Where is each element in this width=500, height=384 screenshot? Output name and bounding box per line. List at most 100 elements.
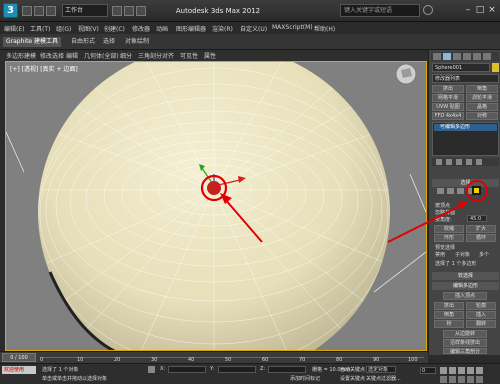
remove-modifier-icon[interactable] [466, 159, 472, 165]
stack-item-editable-poly[interactable]: 可编辑多边形 [434, 124, 497, 131]
ignore-backfacing-checkbox[interactable]: 忽略背面 [435, 209, 455, 216]
modify-selection-button[interactable]: 修改选择 [40, 51, 64, 60]
bevel-modifier-button[interactable]: 倒角 [466, 85, 498, 93]
menu-tools[interactable]: 工具(T) [30, 24, 50, 33]
edit-polygons-rollout[interactable]: 编辑多边形 [432, 282, 499, 290]
tab-graphite[interactable]: Graphite 建模工具 [3, 37, 62, 47]
menu-customize[interactable]: 自定义(U) [240, 24, 267, 33]
turbosmooth-button[interactable]: 涡轮平滑 [466, 94, 498, 102]
auto-key-label[interactable]: 自动关键点 [340, 366, 365, 373]
loop-button[interactable]: 循环 [466, 234, 496, 242]
visibility-button[interactable]: 可见性 [180, 51, 198, 60]
lock-selection-icon[interactable] [148, 366, 155, 373]
search-icon[interactable] [423, 5, 433, 15]
pin-stack-icon[interactable] [436, 159, 442, 165]
menu-graph-editors[interactable]: 图形编辑器 [176, 24, 206, 33]
geometry-all-button[interactable]: 几何体(全部) [84, 51, 119, 60]
perspective-viewport[interactable]: [+] [透视] [真实 + 边面] [5, 61, 427, 351]
close-icon[interactable]: × [486, 4, 498, 16]
insert-vertex-button[interactable]: 插入顶点 [443, 292, 487, 300]
timeline[interactable]: 0 / 100 0 10 20 30 40 50 60 70 80 90 100 [0, 351, 428, 363]
ffd-button[interactable]: FFD 4x4x4 [432, 112, 464, 120]
polygon-modeling-button[interactable]: 多边形建模 [6, 51, 36, 60]
z-coord-field[interactable] [268, 366, 306, 373]
menu-help[interactable]: 帮助(H) [314, 24, 335, 33]
viewport-label[interactable]: [+] [透视] [真实 + 边面] [10, 64, 78, 73]
menu-modifiers[interactable]: 修改器 [132, 24, 150, 33]
by-vertex-checkbox[interactable]: 按顶点 [435, 202, 450, 209]
workspace-dropdown[interactable]: 工作台 [62, 4, 108, 17]
zoom-icon[interactable] [440, 376, 447, 383]
lattice-button[interactable]: 晶格 [466, 103, 498, 111]
maximize-icon[interactable]: □ [474, 4, 486, 16]
bevel-button[interactable]: 倒角 [434, 311, 464, 319]
project-folder-icon[interactable] [136, 6, 146, 16]
configure-sets-icon[interactable] [476, 159, 482, 165]
viewport-canvas[interactable] [6, 62, 427, 351]
tab-object-paint[interactable]: 对象绘制 [122, 37, 152, 47]
properties-button[interactable]: 属性 [204, 51, 216, 60]
extrude-modifier-button[interactable]: 挤出 [432, 85, 464, 93]
object-name-field[interactable]: Sphere001 [432, 63, 490, 72]
add-time-tag-button[interactable]: 添加时间标记 [290, 375, 320, 382]
modifier-list-dropdown[interactable]: 修改器列表 [432, 74, 499, 83]
goto-start-icon[interactable] [440, 367, 447, 374]
search-input[interactable]: 键入关键字或短语 [340, 4, 420, 17]
time-slider[interactable]: 0 / 100 [2, 353, 36, 362]
motion-tab-icon[interactable] [463, 53, 471, 60]
hinge-from-edge-button[interactable]: 从边旋转 [443, 330, 487, 338]
display-tab-icon[interactable] [473, 53, 481, 60]
utilities-tab-icon[interactable] [483, 53, 491, 60]
soft-selection-rollout[interactable]: 软选择 [432, 272, 499, 280]
bridge-button[interactable]: 桥 [434, 320, 464, 328]
show-end-result-icon[interactable] [446, 159, 452, 165]
make-unique-icon[interactable] [456, 159, 462, 165]
edge-mode-icon[interactable] [447, 188, 454, 194]
inset-button[interactable]: 插入 [466, 311, 496, 319]
menu-rendering[interactable]: 渲染(R) [212, 24, 233, 33]
grow-button[interactable]: 扩大 [466, 225, 496, 233]
uvw-map-button[interactable]: UVW 贴图 [432, 103, 464, 111]
minimize-icon[interactable]: – [462, 4, 474, 16]
extrude-along-spline-button[interactable]: 沿样条线挤出 [443, 339, 487, 347]
preview-off-radio[interactable]: 禁用 [435, 251, 445, 258]
preview-multi-radio[interactable]: 多个 [479, 251, 489, 258]
create-tab-icon[interactable] [433, 53, 441, 60]
prev-frame-icon[interactable] [449, 367, 456, 374]
redo-icon[interactable] [124, 6, 134, 16]
set-key-label[interactable]: 设置关键点 [340, 375, 365, 382]
menu-edit[interactable]: 编辑(E) [4, 24, 24, 33]
meshsmooth-button[interactable]: 网格平滑 [432, 94, 464, 102]
new-file-icon[interactable] [22, 6, 32, 16]
object-color-swatch[interactable] [492, 63, 499, 72]
orbit-icon[interactable] [476, 376, 483, 383]
zoom-all-icon[interactable] [449, 376, 456, 383]
extrude-button[interactable]: 挤出 [434, 302, 464, 310]
menu-views[interactable]: 视图(V) [78, 24, 99, 33]
next-frame-icon[interactable] [467, 367, 474, 374]
tab-freeform[interactable]: 自由形式 [68, 37, 98, 47]
align-button[interactable]: 对齐 [162, 51, 174, 60]
edit-triangulation-button[interactable]: 编辑三角剖分 [443, 348, 487, 355]
maxscript-listener[interactable]: 欢迎使用 [2, 366, 36, 374]
symmetry-button[interactable]: 对称 [466, 112, 498, 120]
current-frame-field[interactable]: 0 [420, 367, 436, 374]
ring-button[interactable]: 环形 [434, 234, 464, 242]
vertex-mode-icon[interactable] [437, 188, 444, 194]
outline-button[interactable]: 轮廓 [466, 302, 496, 310]
shrink-button[interactable]: 收缩 [434, 225, 464, 233]
menu-animation[interactable]: 动画 [156, 24, 168, 33]
menu-maxscript[interactable]: MAXScript(M) [272, 24, 313, 31]
key-filters-button[interactable]: 关键点过滤器... [366, 375, 401, 382]
undo-icon[interactable] [112, 6, 122, 16]
tab-selection[interactable]: 选择 [100, 37, 118, 47]
edit-button[interactable]: 编辑 [66, 51, 78, 60]
app-logo-icon[interactable]: 3 [3, 3, 18, 18]
angle-field[interactable]: 45.0 [467, 215, 487, 222]
save-file-icon[interactable] [46, 6, 56, 16]
by-angle-checkbox[interactable]: 按角度: [435, 216, 452, 223]
selection-rollout-header[interactable]: 选择 [432, 179, 499, 187]
modifier-stack[interactable]: 可编辑多边形 [432, 122, 499, 156]
pan-icon[interactable] [467, 376, 474, 383]
modify-tab-icon[interactable] [443, 53, 451, 60]
